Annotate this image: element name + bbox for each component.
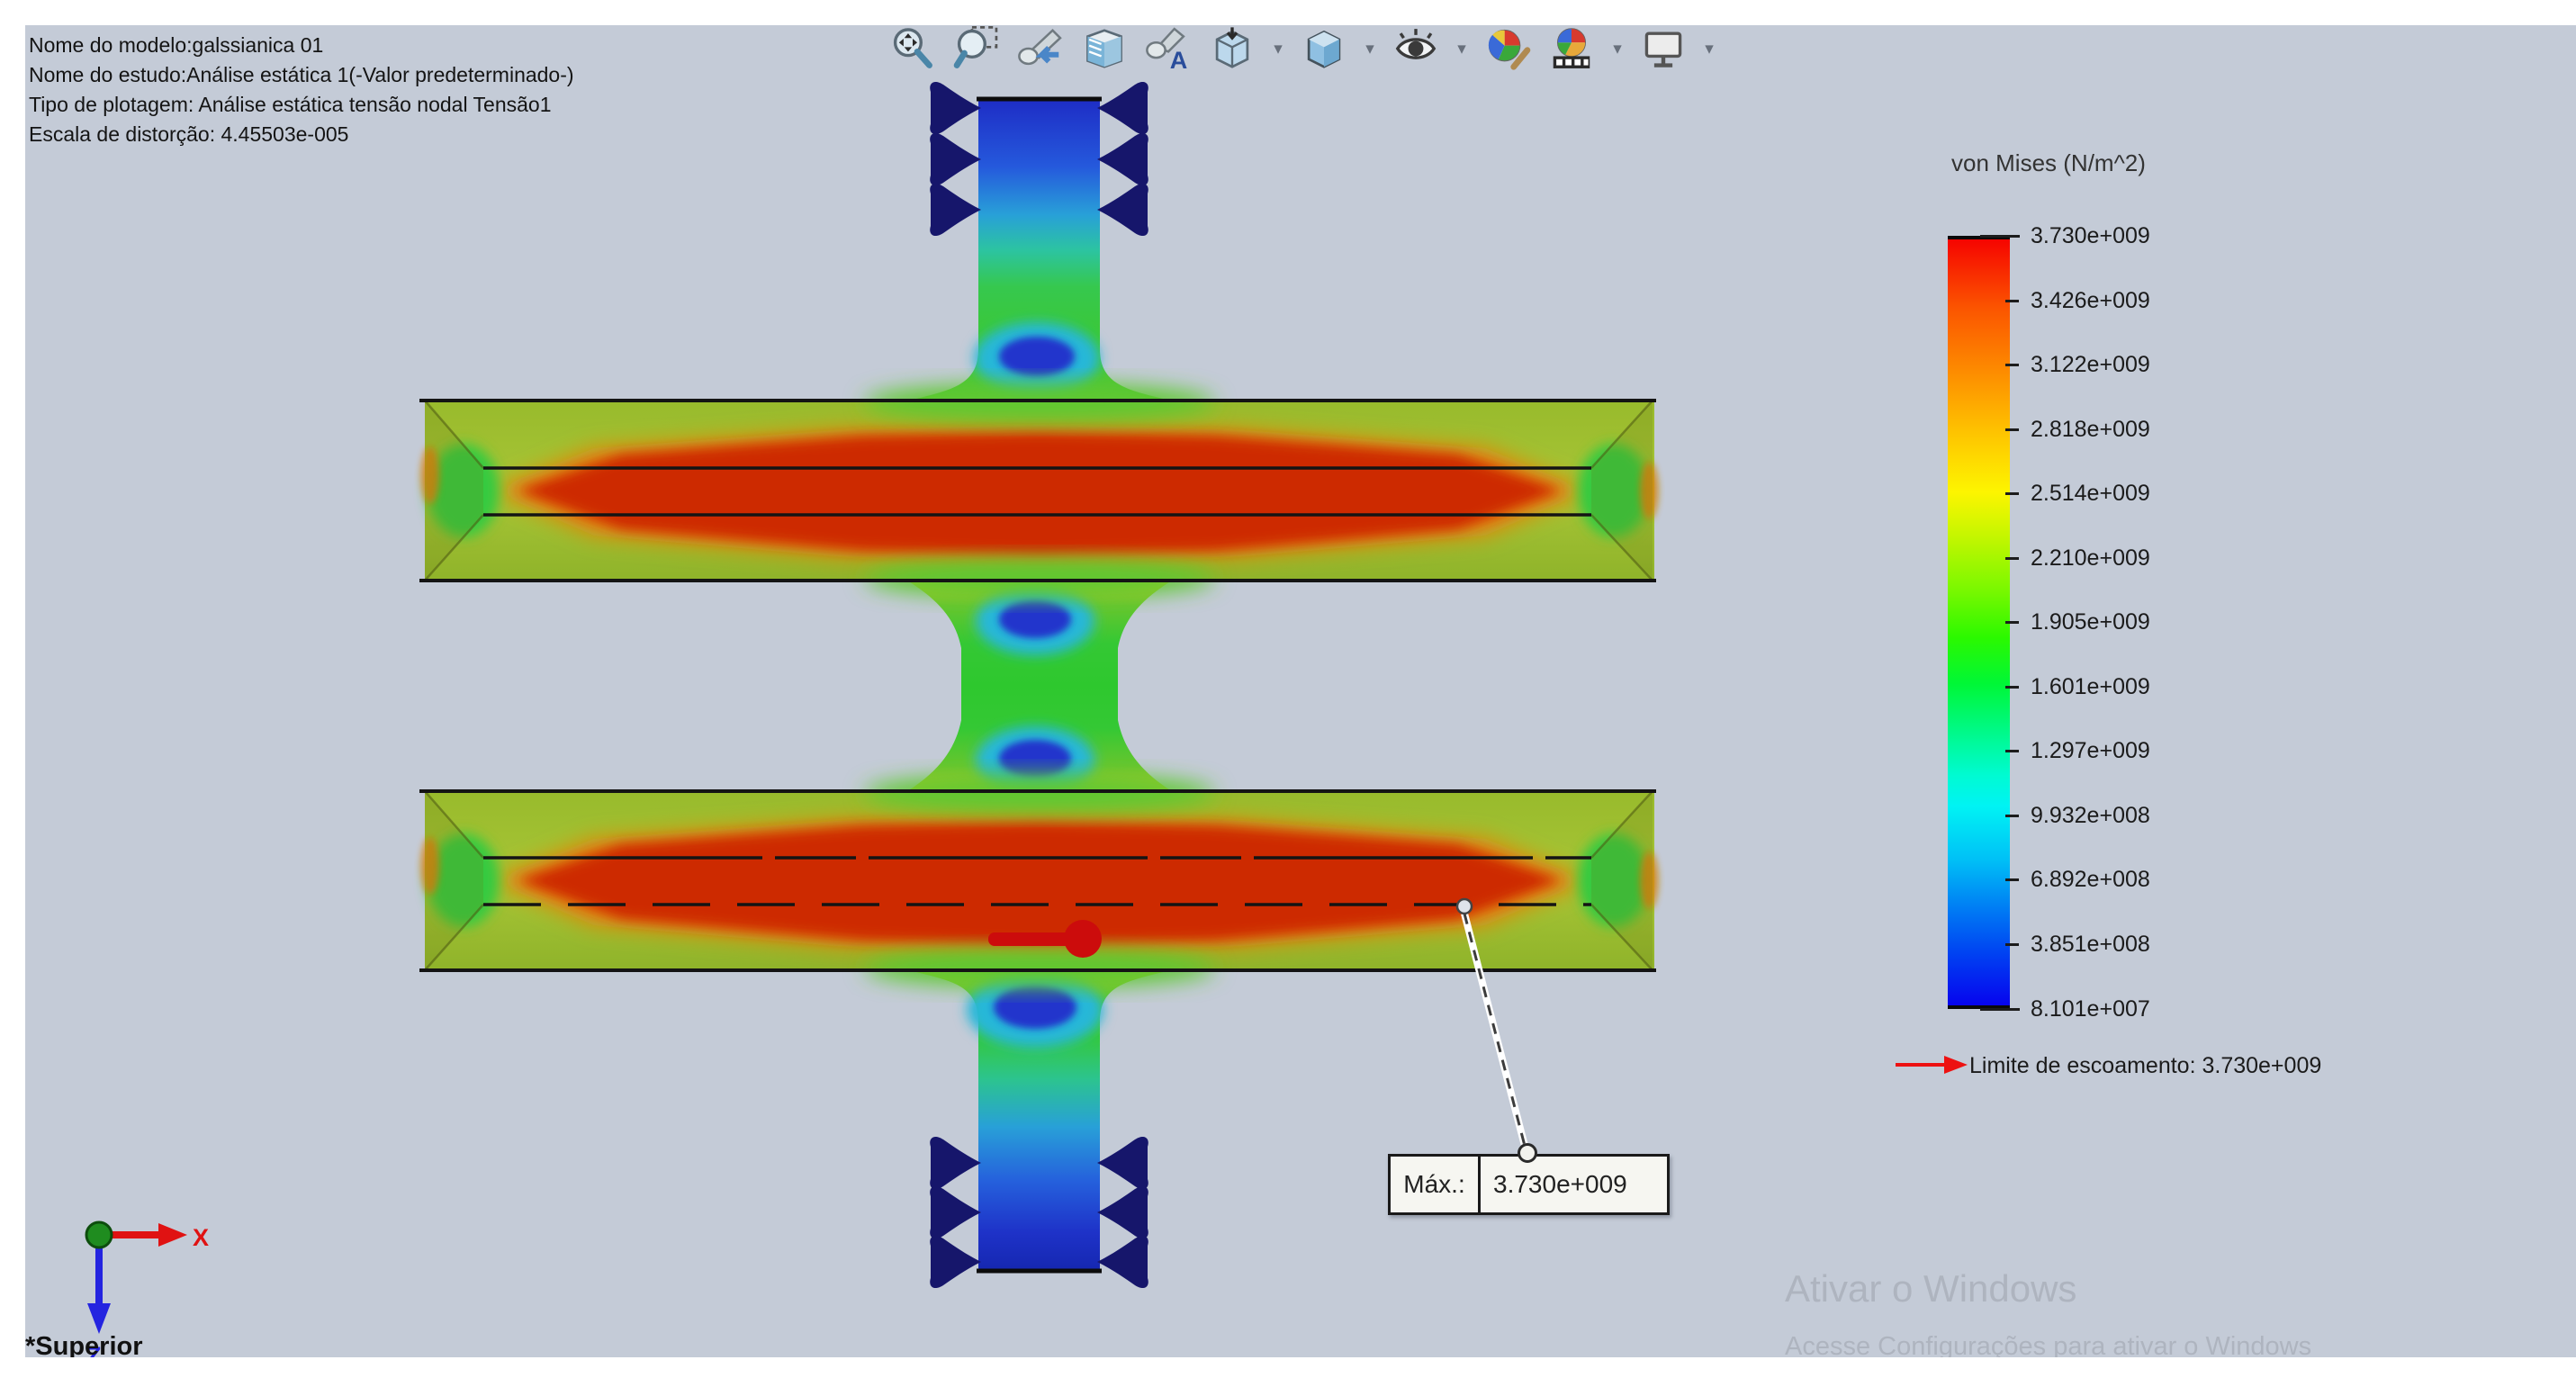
legend-value: 2.210e+009 xyxy=(2031,545,2211,572)
view-orientation-caret-icon[interactable]: ▾ xyxy=(1270,39,1286,59)
legend-value: 1.601e+009 xyxy=(2031,673,2211,700)
max-callout-label: Máx.: xyxy=(1391,1157,1481,1212)
plot-type: Tipo de plotagem: Análise estática tensã… xyxy=(29,90,574,120)
triad-origin xyxy=(86,1222,112,1247)
zoom-to-area-icon[interactable] xyxy=(950,23,1003,75)
edit-appearance-icon[interactable] xyxy=(1482,23,1534,75)
legend-tick xyxy=(2005,621,2019,624)
view-settings-icon[interactable] xyxy=(1637,23,1689,75)
legend-tick xyxy=(2005,364,2019,366)
yield-limit-arrow-icon xyxy=(1896,1051,1969,1083)
triad-x-label: X xyxy=(193,1224,209,1251)
solidworks-simulation-window: X Z Nome do modelo:galssianica 01 Nome d… xyxy=(0,0,2576,1378)
legend-tick xyxy=(2005,686,2019,689)
legend-value: 2.514e+009 xyxy=(2031,480,2211,507)
hide-show-items-icon[interactable] xyxy=(1390,23,1442,75)
legend-tick xyxy=(2005,750,2019,752)
study-name: Nome do estudo:Análise estática 1(-Valor… xyxy=(29,60,574,90)
legend-tick xyxy=(2005,557,2019,560)
model-name: Nome do modelo:galssianica 01 xyxy=(29,31,574,60)
hide-show-items-caret-icon[interactable]: ▾ xyxy=(1454,39,1470,59)
legend-value: 6.892e+008 xyxy=(2031,866,2211,893)
display-style-icon[interactable] xyxy=(1298,23,1350,75)
legend-color-bar xyxy=(1948,236,2010,1009)
legend-tick xyxy=(2005,428,2019,431)
apply-scene-caret-icon[interactable]: ▾ xyxy=(1609,39,1626,59)
max-callout-anchor-icon[interactable] xyxy=(1518,1143,1537,1163)
legend-value: 1.297e+009 xyxy=(2031,737,2211,764)
legend-tick xyxy=(2005,492,2019,495)
legend-tick xyxy=(2005,815,2019,817)
view-orientation-icon[interactable] xyxy=(1206,23,1258,75)
previous-view-icon[interactable] xyxy=(1014,23,1067,75)
deformation-scale: Escala de distorção: 4.45503e-005 xyxy=(29,120,574,149)
dynamic-annotation-views-icon[interactable]: A xyxy=(1142,23,1194,75)
legend-value: 3.851e+008 xyxy=(2031,931,2211,958)
zoom-to-fit-icon[interactable] xyxy=(887,23,939,75)
page-margin-top xyxy=(0,0,2576,25)
heads-up-toolbar: A ▾ ▾ ▾ ▾ ▾ xyxy=(887,20,1717,77)
model-band-1 xyxy=(419,383,1658,598)
max-callout[interactable]: Máx.: 3.730e+009 xyxy=(1388,1154,1670,1215)
page-margin-bottom xyxy=(0,1357,2576,1378)
legend-value: 3.730e+009 xyxy=(2031,222,2211,249)
legend-tick xyxy=(1980,235,2020,238)
legend-value: 1.905e+009 xyxy=(2031,608,2211,635)
legend-value: 9.932e+008 xyxy=(2031,802,2211,829)
section-view-icon[interactable] xyxy=(1078,23,1130,75)
view-settings-caret-icon[interactable]: ▾ xyxy=(1701,39,1717,59)
windows-activation-watermark: Ativar o Windows xyxy=(1785,1267,2076,1310)
yield-limit-label: Limite de escoamento: 3.730e+009 xyxy=(1969,1053,2321,1079)
legend-value: 8.101e+007 xyxy=(2031,995,2211,1022)
legend-tick xyxy=(2005,300,2019,302)
legend-tick xyxy=(2005,878,2019,881)
legend-value: 3.122e+009 xyxy=(2031,351,2211,378)
legend-tick xyxy=(1980,1008,2020,1011)
model-neck xyxy=(907,581,1172,795)
legend-value: 2.818e+009 xyxy=(2031,416,2211,443)
legend-tick xyxy=(2005,943,2019,946)
plot-header-info: Nome do modelo:galssianica 01 Nome do es… xyxy=(29,31,574,149)
svg-text:A: A xyxy=(1170,47,1188,73)
legend-title: von Mises (N/m^2) xyxy=(1951,149,2146,177)
legend-value: 3.426e+009 xyxy=(2031,287,2211,314)
display-style-caret-icon[interactable]: ▾ xyxy=(1362,39,1378,59)
page-margin-left xyxy=(0,0,25,1378)
apply-scene-icon[interactable] xyxy=(1545,23,1598,75)
max-callout-value: 3.730e+009 xyxy=(1481,1157,1667,1212)
